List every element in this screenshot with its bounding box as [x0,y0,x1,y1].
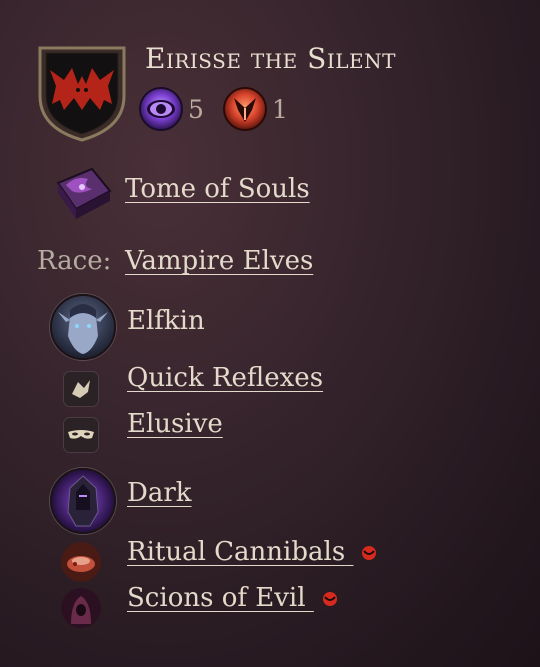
hooded-figure-icon [61,588,101,628]
race-link[interactable]: Vampire Elves [125,246,313,276]
culture-trait-link-1[interactable]: Ritual Cannibals [127,537,377,567]
form-trait-link-1[interactable]: Quick Reflexes [127,363,323,393]
stat-eye-value: 5 [188,94,204,124]
form-trait-row-1: Quick Reflexes [127,363,323,393]
culture-trait-link-2[interactable]: Scions of Evil [127,583,338,613]
tome-row: Tome of Souls [125,174,310,204]
culture-trait-label-2: Scions of Evil [127,583,306,613]
hand-icon [64,372,98,406]
tome-link[interactable]: Tome of Souls [125,174,310,204]
race-row: Vampire Elves [125,246,313,276]
meat-icon [61,542,101,582]
dark-helmet-icon [50,468,116,534]
evil-marker-icon [362,546,377,560]
mask-icon [64,418,98,452]
tome-icon [56,167,112,219]
hero-info-panel: Eirisse the Silent 5 1 Tome of Souls Rac… [0,0,540,667]
form-row: Elfkin [127,306,205,336]
form-trait-link-2[interactable]: Elusive [127,409,223,439]
elf-portrait-icon [50,294,116,360]
stat-order[interactable]: 1 [222,86,288,132]
stat-order-value: 1 [272,94,288,124]
culture-trait-row-2: Scions of Evil [127,583,338,613]
race-label: Race: [37,246,112,276]
order-icon [223,87,267,131]
eye-icon [139,87,183,131]
culture-trait-row-1: Ritual Cannibals [127,537,377,567]
culture-link[interactable]: Dark [127,478,192,508]
stat-eye[interactable]: 5 [138,86,204,132]
form-label: Elfkin [127,306,205,336]
form-trait-row-2: Elusive [127,409,223,439]
culture-row: Dark [127,478,192,508]
evil-marker-icon [322,592,337,606]
culture-trait-label-1: Ritual Cannibals [127,537,346,567]
hero-name: Eirisse the Silent [145,42,396,75]
bat-crest-icon [38,46,126,142]
